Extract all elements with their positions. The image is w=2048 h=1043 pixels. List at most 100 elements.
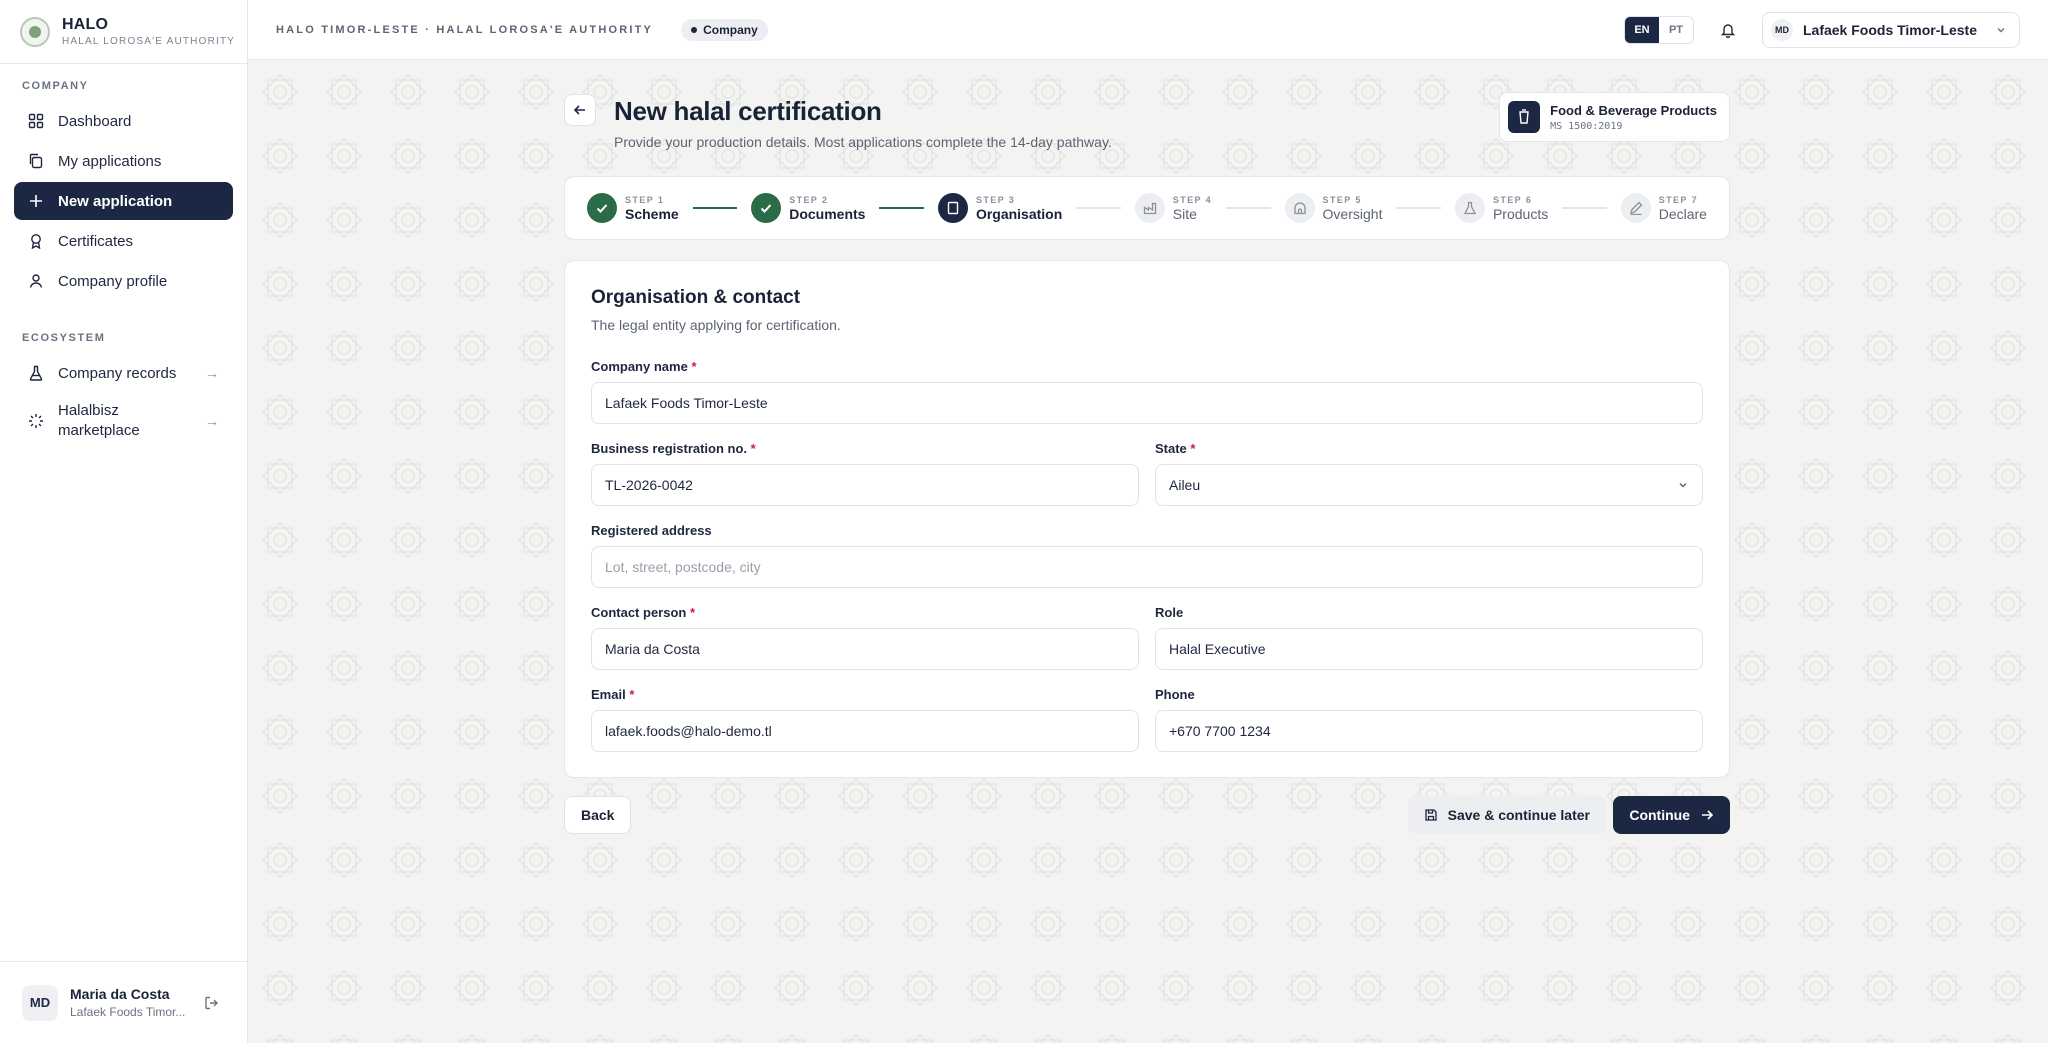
page-subtitle: Provide your production details. Most ap…	[614, 134, 1112, 150]
step-label: Site	[1172, 205, 1197, 222]
brand-name: HALO	[62, 16, 109, 33]
sidebar-item-label: My applications	[58, 152, 162, 170]
award-icon	[31, 234, 41, 249]
required-marker: *	[629, 687, 635, 702]
sidebar-item-my-applications[interactable]: My applications	[14, 142, 233, 180]
scheme-card: Food & Beverage Products MS 1500:2019	[1499, 92, 1730, 142]
step-connector	[879, 207, 924, 209]
scheme-name: Food & Beverage Products	[1550, 102, 1717, 118]
step-scheme[interactable]: STEP 1 Scheme	[587, 193, 679, 223]
step-site[interactable]: STEP 4 Site	[1134, 193, 1213, 223]
field-label: State	[1155, 441, 1187, 456]
flask-icon	[29, 365, 43, 381]
state-select[interactable]: Aileu	[1155, 464, 1703, 506]
org-name: Lafaek Foods Timor-Leste	[1802, 21, 1977, 38]
field-label: Business registration no.	[591, 441, 748, 456]
company-name-field: Company name * Lafaek Foods Timor-Leste	[591, 359, 1703, 424]
step-label: Organisation	[975, 205, 1063, 222]
step-organisation[interactable]: STEP 3 Organisation	[937, 193, 1063, 223]
sidebar-item-label: New application	[58, 192, 173, 210]
required-marker: *	[691, 359, 697, 374]
lang-en-button[interactable]: EN	[1624, 16, 1659, 43]
phone-field: Phone +670 7700 1234	[1155, 687, 1703, 752]
step-number: STEP 5	[1322, 194, 1362, 205]
continue-button[interactable]: Continue	[1613, 796, 1730, 834]
contact-person-input[interactable]: Maria da Costa	[591, 628, 1139, 670]
field-label: Email	[591, 687, 626, 702]
content: New halal certification Provide your pro…	[564, 60, 1730, 856]
role-field: Role Halal Executive	[1155, 605, 1703, 670]
copy-icon	[29, 153, 43, 169]
back-button[interactable]: Back	[564, 796, 632, 834]
scheme-code: MS 1500:2019	[1550, 120, 1623, 132]
field-label: Contact person	[591, 605, 687, 620]
save-icon	[1424, 809, 1437, 821]
field-label: Phone	[1155, 687, 1195, 702]
step-label: Declare	[1658, 205, 1707, 222]
step-declare[interactable]: STEP 7 Declare	[1620, 193, 1707, 223]
external-arrow-icon: →	[205, 413, 219, 429]
required-marker: *	[689, 605, 696, 620]
logout-icon[interactable]	[204, 995, 220, 1011]
external-arrow-icon: →	[205, 365, 219, 381]
nav-section-ecosystem: ECOSYSTEM	[22, 332, 106, 344]
bell-icon[interactable]	[1720, 22, 1736, 38]
field-label: Role	[1155, 605, 1184, 620]
page-header: New halal certification Provide your pro…	[564, 60, 1730, 176]
address-input[interactable]: Lot, street, postcode, city	[591, 546, 1703, 588]
step-connector	[692, 207, 738, 209]
grid-icon	[28, 113, 44, 129]
step-label: Scheme	[625, 205, 679, 222]
brand[interactable]: HALO HALAL LOROSA'E AUTHORITY	[0, 0, 247, 64]
chevron-down-icon	[1679, 483, 1687, 488]
step-products[interactable]: STEP 6 Products	[1454, 193, 1549, 223]
sidebar-item-company-profile[interactable]: Company profile	[14, 262, 233, 300]
organisation-form: Organisation & contact The legal entity …	[564, 260, 1730, 778]
sidebar-item-company-records[interactable]: Company records →	[14, 354, 233, 392]
role-input[interactable]: Halal Executive	[1155, 628, 1703, 670]
step-connector	[1562, 207, 1607, 209]
continue-label: Continue	[1629, 807, 1690, 823]
user-card: MD Maria da Costa Lafaek Foods Timor...	[0, 961, 248, 1043]
lang-pt-button[interactable]: PT	[1659, 17, 1693, 43]
sidebar: HALO HALAL LOROSA'E AUTHORITY COMPANY Da…	[0, 0, 248, 1043]
email-field: Email * lafaek.foods@halo-demo.tl	[591, 687, 1139, 752]
required-marker: *	[750, 441, 756, 456]
arrow-left-icon	[573, 105, 585, 115]
sidebar-item-dashboard[interactable]: Dashboard	[14, 102, 233, 140]
state-field: State * Aileu	[1155, 441, 1703, 506]
step-label: Products	[1492, 205, 1549, 222]
brand-subtitle: HALAL LOROSA'E AUTHORITY	[62, 36, 236, 47]
sidebar-item-new-application[interactable]: New application	[14, 182, 233, 220]
company-name-input[interactable]: Lafaek Foods Timor-Leste	[591, 382, 1703, 424]
topbar: HALO TIMOR-LESTE · HALAL LOROSA'E AUTHOR…	[248, 0, 2048, 60]
role-badge: Company	[681, 18, 768, 41]
sidebar-item-certificates[interactable]: Certificates	[14, 222, 233, 260]
save-label: Save & continue later	[1447, 807, 1590, 823]
contact-field: Contact person * Maria da Costa	[591, 605, 1139, 670]
building-icon	[937, 193, 968, 223]
pen-icon	[1620, 193, 1651, 223]
sidebar-item-label: Company records	[58, 364, 177, 382]
nav-section-company: COMPANY	[22, 80, 89, 92]
section-title: Organisation & contact	[591, 287, 801, 308]
save-continue-later-button[interactable]: Save & continue later	[1407, 796, 1606, 834]
check-icon	[587, 193, 617, 223]
loader-icon	[29, 414, 43, 428]
check-icon	[751, 193, 782, 223]
back-arrow-button[interactable]	[564, 94, 596, 126]
step-number: STEP 3	[975, 194, 1016, 205]
step-documents[interactable]: STEP 2 Documents	[751, 193, 865, 223]
phone-input[interactable]: +670 7700 1234	[1155, 710, 1703, 752]
field-label: Company name	[591, 359, 688, 374]
step-number: STEP 4	[1172, 194, 1213, 205]
sidebar-item-halalbisz-marketplace[interactable]: Halalbisz marketplace →	[14, 394, 233, 448]
step-oversight[interactable]: STEP 5 Oversight	[1284, 193, 1382, 223]
org-switcher[interactable]: MD Lafaek Foods Timor-Leste	[1761, 11, 2020, 48]
sidebar-item-label: Company profile	[58, 272, 168, 290]
brn-input[interactable]: TL-2026-0042	[591, 464, 1139, 506]
form-actions: Back Save & continue later Continue	[564, 796, 1730, 856]
required-marker: *	[1190, 441, 1196, 456]
email-input[interactable]: lafaek.foods@halo-demo.tl	[591, 710, 1139, 752]
step-number: STEP 7	[1658, 194, 1698, 205]
